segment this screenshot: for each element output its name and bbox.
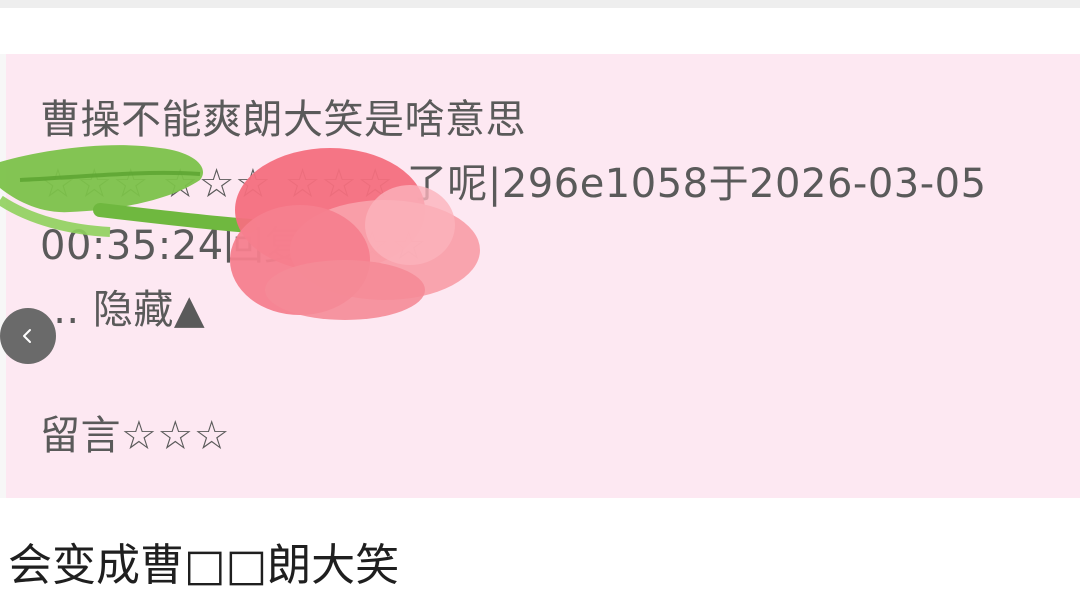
top-spacer bbox=[0, 8, 1080, 54]
comment-label[interactable]: 留言☆☆☆ bbox=[40, 412, 230, 460]
chevron-left-icon bbox=[23, 329, 31, 343]
back-button[interactable] bbox=[0, 308, 56, 364]
post-title: 曹操不能爽朗大笑是啥意思 bbox=[40, 97, 526, 143]
top-strip bbox=[0, 0, 1080, 8]
reply-text: 会变成曹□□朗大笑 bbox=[8, 540, 400, 591]
post-meta-time: 00:35:24回复 ☆☆☆ bbox=[40, 223, 427, 269]
post-meta-author-date: ☆☆☆ ☆☆☆ ☆☆☆ 了呢|296e1058于2026-03-05 bbox=[40, 161, 987, 207]
collapse-toggle[interactable]: ... 隐藏▲ bbox=[40, 286, 205, 334]
